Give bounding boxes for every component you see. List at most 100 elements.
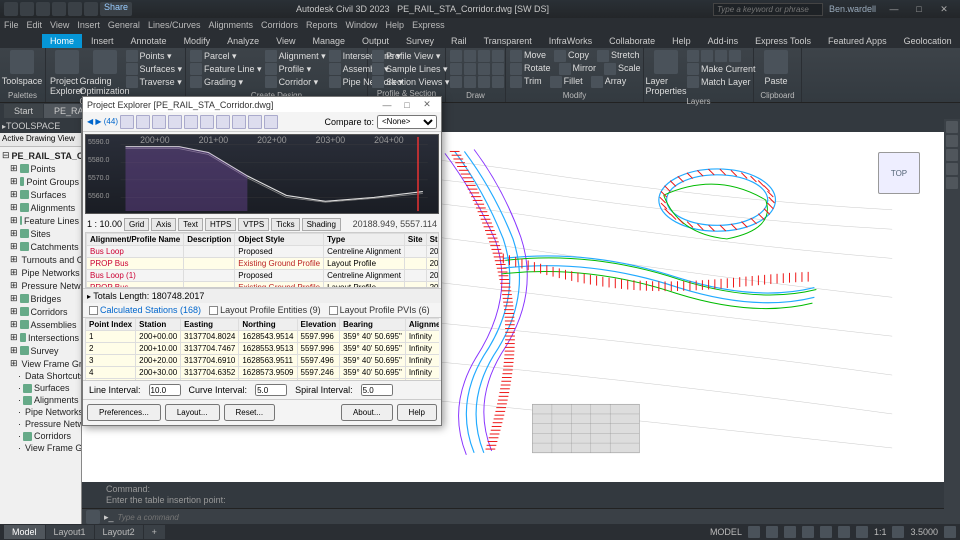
tree-corridors[interactable]: ⊞ Corridors	[2, 305, 79, 318]
tree-point-groups[interactable]: ⊞ Point Groups	[2, 175, 79, 188]
tree-survey[interactable]: ⊞ Survey	[2, 344, 79, 357]
tree-view-frame-gr---[interactable]: ⊞ View Frame Gr...	[2, 357, 79, 370]
showmotion-icon[interactable]	[946, 177, 958, 189]
pan-icon[interactable]	[946, 135, 958, 147]
profile-chart[interactable]: 5590.05580.05570.05560.0 200+00201+00202…	[85, 134, 439, 214]
viewcube[interactable]: TOP	[878, 152, 920, 194]
tree-sites[interactable]: ⊞ Sites	[2, 227, 79, 240]
menu-edit[interactable]: Edit	[27, 20, 43, 30]
tree-surfaces[interactable]: ⊞ Surfaces	[2, 188, 79, 201]
lwt-icon[interactable]	[838, 526, 850, 538]
menu-lines/curves[interactable]: Lines/Curves	[148, 20, 201, 30]
menu-express[interactable]: Express	[412, 20, 445, 30]
ribtab-featured-apps[interactable]: Featured Apps	[820, 34, 895, 48]
ribtab-infraworks[interactable]: InfraWorks	[541, 34, 600, 48]
station-row[interactable]: 3200+20.003137704.69101628563.95115597.4…	[86, 355, 440, 367]
ribtab-help[interactable]: Help	[664, 34, 699, 48]
menu-general[interactable]: General	[108, 20, 140, 30]
station-row[interactable]: 1200+00.003137704.80241628543.95145597.9…	[86, 331, 440, 343]
btn-alignment[interactable]: Alignment ▾	[265, 50, 326, 62]
polar-icon[interactable]	[802, 526, 814, 538]
tree-catchments[interactable]: ⊞ Catchments	[2, 240, 79, 253]
ribtab-add-ins[interactable]: Add-ins	[700, 34, 747, 48]
ribtab-rail[interactable]: Rail	[443, 34, 475, 48]
tree-feature-lines[interactable]: ⊞ Feature Lines	[2, 214, 79, 227]
tree-pipe-networks[interactable]: · Pipe Networks	[2, 406, 79, 418]
help-search-input[interactable]	[713, 3, 823, 16]
ribtab-view[interactable]: View	[268, 34, 303, 48]
ribtab-transparent[interactable]: Transparent	[476, 34, 540, 48]
btn-corridor[interactable]: Corridor ▾	[265, 76, 326, 88]
btn-points[interactable]: Points ▾	[126, 50, 183, 62]
tree-pressure-netw---[interactable]: ⊞ Pressure Netw...	[2, 279, 79, 292]
transparency-icon[interactable]	[856, 526, 868, 538]
pe-minimize-icon[interactable]: —	[377, 100, 397, 110]
user-menu[interactable]: Ben.wardell	[829, 4, 876, 14]
tab-layout1[interactable]: Layout1	[46, 525, 94, 539]
tree-points[interactable]: ⊞ Points	[2, 162, 79, 175]
ribtab-analyze[interactable]: Analyze	[219, 34, 267, 48]
tab-start[interactable]: Start	[4, 104, 43, 118]
btn-feature-line[interactable]: Feature Line ▾	[190, 63, 262, 75]
alignment-row[interactable]: Bus LoopProposedCentreline Alignment200+…	[87, 246, 440, 258]
ribtab-manage[interactable]: Manage	[304, 34, 353, 48]
ribtab-collaborate[interactable]: Collaborate	[601, 34, 663, 48]
paste-button[interactable]: Paste	[758, 50, 794, 86]
tree-pressure-netw---[interactable]: · Pressure Netw...	[2, 418, 79, 430]
menu-insert[interactable]: Insert	[77, 20, 100, 30]
share-button[interactable]: Share	[100, 2, 132, 16]
alignment-row[interactable]: PROP BusExisting Ground ProfileLayout Pr…	[87, 258, 440, 270]
btn-grading[interactable]: Grading ▾	[190, 76, 262, 88]
toolspace-button[interactable]: Toolspace	[4, 50, 40, 86]
line-interval-input[interactable]	[149, 384, 181, 396]
subtab-pvis[interactable]: Layout Profile PVIs (6)	[329, 305, 430, 315]
menu-view[interactable]: View	[50, 20, 69, 30]
layout-button[interactable]: Layout...	[165, 404, 220, 421]
ribtab-annotate[interactable]: Annotate	[123, 34, 175, 48]
gear-icon[interactable]	[892, 526, 904, 538]
qat-new-icon[interactable]	[20, 2, 34, 16]
grid-icon[interactable]	[748, 526, 760, 538]
ribtab-express-tools[interactable]: Express Tools	[747, 34, 819, 48]
project-explorer-button[interactable]: Project Explorer	[50, 50, 84, 96]
station-row[interactable]: 4200+30.003137704.63521628573.95095597.2…	[86, 367, 440, 379]
tree-alignments[interactable]: · Alignments	[2, 394, 79, 406]
pe-vtps-button[interactable]: VTPS	[238, 218, 269, 231]
about-button[interactable]: About...	[341, 404, 393, 421]
prospector-tree[interactable]: ⊟ PE_RAIL_STA_Cor...⊞ Points⊞ Point Grou…	[0, 147, 81, 524]
pe-tool-icon[interactable]	[120, 115, 134, 129]
preferences-button[interactable]: Preferences...	[87, 404, 161, 421]
tree-surfaces[interactable]: · Surfaces	[2, 382, 79, 394]
menu-reports[interactable]: Reports	[306, 20, 338, 30]
spiral-interval-input[interactable]	[361, 384, 393, 396]
qat-undo-icon[interactable]	[68, 2, 82, 16]
layer-properties-button[interactable]: Layer Properties	[648, 50, 684, 96]
tree-assemblies[interactable]: ⊞ Assemblies	[2, 318, 79, 331]
maximize-icon[interactable]: □	[907, 2, 931, 16]
btn-surfaces[interactable]: Surfaces ▾	[126, 63, 183, 75]
status-model[interactable]: MODEL	[710, 527, 742, 537]
tree-intersections[interactable]: ⊞ Intersections	[2, 331, 79, 344]
close-icon[interactable]: ✕	[932, 2, 956, 16]
btn-parcel[interactable]: Parcel ▾	[190, 50, 262, 62]
pe-maximize-icon[interactable]: □	[397, 100, 417, 110]
tab-layout2[interactable]: Layout2	[95, 525, 143, 539]
ribtab-modify[interactable]: Modify	[176, 34, 219, 48]
ribtab-output[interactable]: Output	[354, 34, 397, 48]
anno-scale[interactable]: 1:1	[874, 527, 887, 537]
tree-bridges[interactable]: ⊞ Bridges	[2, 292, 79, 305]
command-icon[interactable]	[86, 510, 100, 524]
add-layout-button[interactable]: +	[144, 525, 165, 539]
qat-save-icon[interactable]	[52, 2, 66, 16]
compare-select[interactable]: <None>	[377, 115, 437, 129]
ribtab-geolocation[interactable]: Geolocation	[896, 34, 960, 48]
menu-corridors[interactable]: Corridors	[261, 20, 298, 30]
tree-data-shortcuts--d---[interactable]: · Data Shortcuts [D...	[2, 370, 79, 382]
snap-icon[interactable]	[766, 526, 778, 538]
pe-ticks-button[interactable]: Ticks	[271, 218, 299, 231]
menu-file[interactable]: File	[4, 20, 19, 30]
btn-traverse[interactable]: Traverse ▾	[126, 76, 183, 88]
btn-section-views[interactable]: Section Views ▾	[372, 76, 449, 88]
pe-shading-button[interactable]: Shading	[302, 218, 341, 231]
btn-profile-view[interactable]: Profile View ▾	[372, 50, 449, 62]
